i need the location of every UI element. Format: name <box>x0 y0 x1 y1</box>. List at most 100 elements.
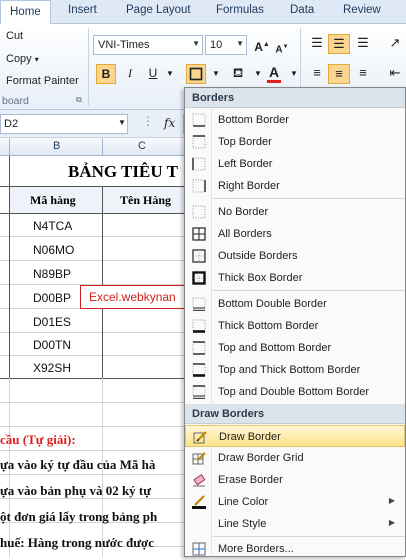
tab-insert[interactable]: Insert <box>68 4 97 16</box>
more-borders-icon <box>192 542 206 556</box>
code-cell[interactable]: X92SH <box>33 361 71 375</box>
font-size-combo[interactable]: 10 ▼ <box>205 35 247 55</box>
copy-label: Copy <box>6 53 32 65</box>
align-bottom-icon[interactable]: ☰ <box>352 34 374 54</box>
menu-item-draw-border-grid[interactable]: Draw Border Grid <box>185 447 405 469</box>
sheet-title: BẢNG TIÊU T <box>68 162 178 181</box>
copy-button[interactable]: Copy ▾ <box>6 53 39 65</box>
thick-bottom-border-icon <box>192 319 206 333</box>
ribbon-tab-bar: Home Insert Page Layout Formulas Data Re… <box>0 0 406 25</box>
paint-bucket-icon: ⛾ <box>232 65 244 80</box>
fill-color-button[interactable]: ⛾ <box>228 64 248 84</box>
tab-data[interactable]: Data <box>290 4 314 16</box>
align-center-icon[interactable]: ≡ <box>328 64 350 84</box>
menu-item-right-border[interactable]: Right Border <box>185 175 405 197</box>
menu-item-label: Top and Thick Bottom Border <box>218 364 361 376</box>
tab-home[interactable]: Home <box>0 0 51 25</box>
borders-icon <box>189 67 203 81</box>
borders-button[interactable] <box>186 64 206 84</box>
task-heading: cầu (Tự giải): <box>0 432 76 447</box>
italic-button[interactable]: I <box>120 64 140 84</box>
tab-page-layout[interactable]: Page Layout <box>126 4 191 16</box>
line-color-icon <box>192 495 206 509</box>
menu-item-label: Thick Bottom Border <box>218 320 319 332</box>
top-border-icon <box>192 135 206 149</box>
chevron-down-icon[interactable]: ▼ <box>160 65 180 85</box>
left-border-icon <box>192 157 206 171</box>
header-ten-hang: Tên Hàng <box>120 193 172 207</box>
font-name-combo[interactable]: VNI-Times ▼ <box>93 35 203 55</box>
menu-item-outside-borders[interactable]: Outside Borders <box>185 245 405 267</box>
name-box[interactable]: D2 <box>0 114 128 134</box>
task-line: ột đơn giá lấy trong bảng ph <box>0 509 158 524</box>
header-ma-hang: Mã hàng <box>30 193 76 207</box>
menu-item-erase-border[interactable]: Erase Border <box>185 469 405 491</box>
code-cell[interactable]: N89BP <box>33 267 71 281</box>
menu-item-top-border[interactable]: Top Border <box>185 131 405 153</box>
task-line: huế: Hàng trong nước được <box>0 535 154 550</box>
font-size-value: 10 <box>210 39 223 51</box>
menu-item-bottom-double-border[interactable]: Bottom Double Border <box>185 293 405 315</box>
task-line: ựa vào bản phụ và 02 ký tự <box>0 483 152 498</box>
menu-item-draw-border[interactable]: Draw Border <box>185 425 405 447</box>
menu-item-top-and-thick-bottom-border[interactable]: Top and Thick Bottom Border <box>185 359 405 381</box>
code-cell[interactable]: N06MO <box>33 243 74 257</box>
menu-item-label: Outside Borders <box>218 250 298 262</box>
top-bottom-border-icon <box>192 341 206 355</box>
pencil-grid-icon <box>192 452 206 465</box>
menu-item-label: Left Border <box>218 158 273 170</box>
menu-section-borders: Borders <box>185 88 405 108</box>
menu-item-label: All Borders <box>218 228 272 240</box>
column-header-b[interactable]: B <box>53 140 60 152</box>
menu-item-left-border[interactable]: Left Border <box>185 153 405 175</box>
align-top-icon[interactable]: ☰ <box>306 34 328 54</box>
decrease-indent-icon[interactable]: ⇤ <box>384 64 406 84</box>
align-right-icon[interactable]: ≡ <box>352 64 374 84</box>
menu-item-top-and-bottom-border[interactable]: Top and Bottom Border <box>185 337 405 359</box>
bold-button[interactable]: B <box>96 64 116 84</box>
orientation-icon[interactable]: ↗ <box>384 34 406 54</box>
menu-item-label: Bottom Double Border <box>218 298 327 310</box>
code-cell[interactable]: D00BP <box>33 291 71 305</box>
cut-button[interactable]: Cut <box>6 30 23 42</box>
menu-item-top-and-double-bottom-border[interactable]: Top and Double Bottom Border <box>185 381 405 403</box>
right-border-icon <box>192 179 206 193</box>
code-cell[interactable]: N4TCA <box>33 219 72 233</box>
chevron-down-icon[interactable]: ▼ <box>206 65 226 85</box>
menu-item-label: Erase Border <box>218 474 283 486</box>
bottom-double-border-icon <box>192 297 206 311</box>
menu-item-thick-bottom-border[interactable]: Thick Bottom Border <box>185 315 405 337</box>
chevron-down-icon[interactable]: ▼ <box>284 65 304 85</box>
tab-formulas[interactable]: Formulas <box>216 4 264 16</box>
submenu-arrow-icon: ▶ <box>388 518 395 527</box>
menu-item-label: Line Style <box>218 518 267 530</box>
menu-item-no-border[interactable]: No Border <box>185 201 405 223</box>
grow-font-icon: A <box>254 40 263 54</box>
menu-item-thick-box-border[interactable]: Thick Box Border <box>185 267 405 289</box>
shrink-font-icon: A <box>275 44 283 56</box>
chevron-down-icon[interactable]: ▼ <box>118 118 126 127</box>
menu-section-draw-borders: Draw Borders <box>185 404 405 424</box>
grow-font-button[interactable]: A▲ <box>252 36 272 56</box>
shrink-font-button[interactable]: A▼ <box>272 38 292 58</box>
format-painter-button[interactable]: Format Painter <box>6 75 79 87</box>
menu-item-bottom-border[interactable]: Bottom Border <box>185 109 405 131</box>
font-name-value: VNI-Times <box>98 39 150 51</box>
menu-item-line-color[interactable]: Line Color ▶ <box>185 491 405 513</box>
code-cell[interactable]: D00TN <box>33 338 71 352</box>
font-color-button[interactable]: A <box>264 63 284 83</box>
code-cell[interactable]: D01ES <box>33 315 71 329</box>
menu-item-label: No Border <box>218 206 269 218</box>
menu-item-all-borders[interactable]: All Borders <box>185 223 405 245</box>
menu-item-line-style[interactable]: Line Style ▶ <box>185 513 405 535</box>
align-left-icon[interactable]: ≡ <box>306 64 328 84</box>
insert-function-button[interactable]: fx <box>164 116 175 130</box>
column-header-c[interactable]: C <box>138 140 146 152</box>
watermark-tooltip: Excel.webkynan <box>80 285 200 309</box>
chevron-down-icon[interactable]: ▼ <box>236 39 244 48</box>
chevron-down-icon[interactable]: ▼ <box>192 39 200 48</box>
align-middle-icon[interactable]: ☰ <box>328 34 350 54</box>
formula-bar-dots-icon: ⋮ <box>142 114 154 128</box>
dialog-launcher-icon[interactable]: ⧉ <box>76 95 82 105</box>
tab-review[interactable]: Review <box>343 4 381 16</box>
